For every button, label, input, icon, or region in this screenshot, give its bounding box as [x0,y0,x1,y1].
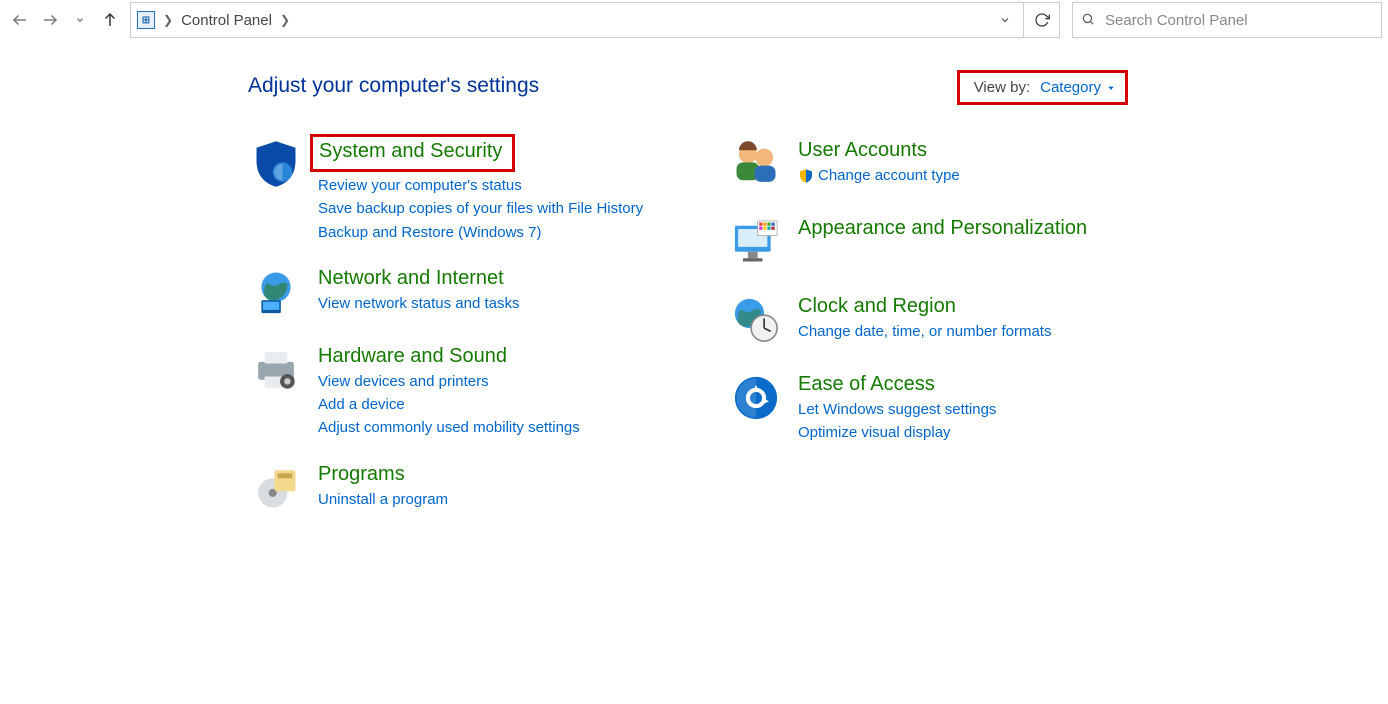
refresh-button[interactable] [1023,3,1059,37]
search-box[interactable] [1072,2,1382,38]
category-title[interactable]: Hardware and Sound [318,344,580,368]
category-link[interactable]: Uninstall a program [318,488,448,511]
back-button[interactable] [6,6,34,34]
programs-icon [248,462,304,518]
category-link-text: Change account type [818,164,960,187]
category-hardware: Hardware and Sound View devices and prin… [248,344,678,440]
ease-of-access-icon [728,372,784,428]
category-title[interactable]: Ease of Access [798,372,996,396]
up-button[interactable] [96,6,124,34]
category-ease-of-access: Ease of Access Let Windows suggest setti… [728,372,1158,445]
category-link[interactable]: Change date, time, or number formats [798,320,1051,343]
highlight-box: System and Security [310,134,515,172]
address-bar[interactable]: ⊞ ❯ Control Panel ❯ [130,2,1060,38]
category-link[interactable]: Backup and Restore (Windows 7) [318,221,643,244]
breadcrumb[interactable]: ⊞ ❯ Control Panel ❯ [131,11,987,29]
category-network: Network and Internet View network status… [248,266,678,322]
view-by-value-text: Category [1040,79,1101,96]
chevron-right-icon: ❯ [161,13,175,27]
search-icon [1081,12,1095,29]
category-title[interactable]: Appearance and Personalization [798,216,1087,240]
chevron-right-icon: ❯ [278,13,292,27]
category-title[interactable]: User Accounts [798,138,960,162]
page-title: Adjust your computer's settings [248,74,1388,98]
view-by-label: View by: [974,79,1030,96]
category-title[interactable]: Programs [318,462,448,486]
clock-globe-icon [728,294,784,350]
category-link[interactable]: Optimize visual display [798,421,996,444]
left-column: System and Security Review your computer… [248,138,678,540]
category-link[interactable]: Add a device [318,393,580,416]
shield-icon [248,138,304,194]
category-user-accounts: User Accounts Change account type [728,138,1158,194]
category-programs: Programs Uninstall a program [248,462,678,518]
category-link[interactable]: Let Windows suggest settings [798,398,996,421]
uac-shield-icon [798,168,814,184]
right-column: User Accounts Change account type [728,138,1158,540]
view-by-control[interactable]: View by: Category [957,70,1128,105]
recent-dropdown-button[interactable] [66,6,94,34]
category-clock-region: Clock and Region Change date, time, or n… [728,294,1158,350]
breadcrumb-item[interactable]: Control Panel [181,12,272,29]
chevron-down-icon [1107,84,1115,92]
category-link[interactable]: Save backup copies of your files with Fi… [318,197,643,220]
monitor-appearance-icon [728,216,784,272]
category-link[interactable]: View network status and tasks [318,292,520,315]
printer-icon [248,344,304,400]
category-title[interactable]: Clock and Region [798,294,1051,318]
category-link[interactable]: Adjust commonly used mobility settings [318,416,580,439]
forward-button[interactable] [36,6,64,34]
control-panel-icon: ⊞ [137,11,155,29]
search-input[interactable] [1103,11,1373,30]
view-by-value[interactable]: Category [1040,79,1115,96]
address-dropdown-button[interactable] [987,3,1023,37]
category-appearance: Appearance and Personalization [728,216,1158,272]
category-link[interactable]: View devices and printers [318,370,580,393]
category-title[interactable]: Network and Internet [318,266,520,290]
category-title[interactable]: System and Security [319,139,502,163]
users-icon [728,138,784,194]
category-link[interactable]: Review your computer's status [318,174,643,197]
category-system-security: System and Security Review your computer… [248,138,678,244]
category-link[interactable]: Change account type [798,164,960,187]
globe-network-icon [248,266,304,322]
explorer-toolbar: ⊞ ❯ Control Panel ❯ [0,0,1388,40]
